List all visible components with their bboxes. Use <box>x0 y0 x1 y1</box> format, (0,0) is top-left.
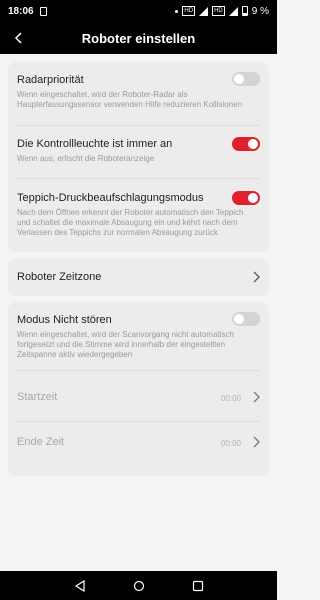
toggle-knob <box>234 74 244 84</box>
chevron-left-icon <box>14 32 22 44</box>
hd-badge-1: HD <box>182 6 196 16</box>
divider <box>17 125 260 126</box>
end-time-row[interactable]: Ende Zeit 00:00 <box>8 422 269 472</box>
signal-icon-2 <box>228 6 238 16</box>
divider <box>17 178 260 179</box>
dnd-card: Modus Nicht stören Wenn eingeschaltet, w… <box>8 302 269 476</box>
battery-text: 9 % <box>251 5 269 17</box>
dnd-toggle[interactable] <box>232 312 260 326</box>
timezone-title: Roboter Zeitzone <box>17 271 102 283</box>
chevron-right-icon <box>253 271 260 283</box>
timezone-card[interactable]: Roboter Zeitzone <box>8 258 269 296</box>
back-button[interactable] <box>10 29 28 47</box>
toggle-knob <box>248 193 258 203</box>
hd-badge-2: HD <box>212 6 225 16</box>
dnd-description: Wenn eingeschaltet, wird der Scanvorgang… <box>17 330 234 359</box>
carpet-boost-title: Teppich-Druckbeaufschlagungsmodus <box>17 192 204 204</box>
end-time-value: 00:00 <box>220 439 241 448</box>
signal-icon-1 <box>199 6 209 16</box>
start-time-row[interactable]: Startzeit 00:00 <box>8 371 269 421</box>
indicator-light-toggle[interactable] <box>232 137 260 151</box>
status-bar: 18:06 HD HD 9 % <box>0 0 277 22</box>
chevron-right-icon <box>253 436 260 448</box>
dot-icon <box>175 9 179 13</box>
dnd-title: Modus Nicht stören <box>17 314 112 326</box>
start-time-value: 00:00 <box>220 394 241 403</box>
battery-icon <box>241 6 248 16</box>
toggle-knob <box>234 314 244 324</box>
carpet-boost-description: Nach dem Öffnen erkennt der Roboter auto… <box>17 208 244 237</box>
radar-title: Radarpriorität <box>17 74 84 86</box>
page-title: Roboter einstellen <box>81 30 196 46</box>
chevron-right-icon <box>253 391 260 403</box>
radar-toggle[interactable] <box>232 72 260 86</box>
start-time-label: Startzeit <box>17 391 58 403</box>
nav-home-icon[interactable] <box>133 580 145 592</box>
toggle-knob <box>248 139 258 149</box>
system-nav-bar <box>0 571 277 600</box>
indicator-light-description: Wenn aus, erlischt die Roboteranzeige <box>17 154 155 163</box>
toggles-card: Radarpriorität Wenn eingeschaltet, wird … <box>8 62 269 252</box>
end-time-label: Ende Zeit <box>17 436 65 448</box>
nav-recents-icon[interactable] <box>192 580 204 592</box>
nav-back-icon[interactable] <box>74 579 86 592</box>
status-time: 18:06 <box>8 5 34 17</box>
carpet-boost-toggle[interactable] <box>232 191 260 205</box>
notification-icon <box>39 6 47 16</box>
app-bar: Roboter einstellen <box>0 22 277 54</box>
radar-description: Wenn eingeschaltet, wird der Roboter-Rad… <box>17 90 243 109</box>
indicator-light-title: Die Kontrollleuchte ist immer an <box>17 138 173 150</box>
status-icons: HD HD 9 % <box>175 6 269 17</box>
